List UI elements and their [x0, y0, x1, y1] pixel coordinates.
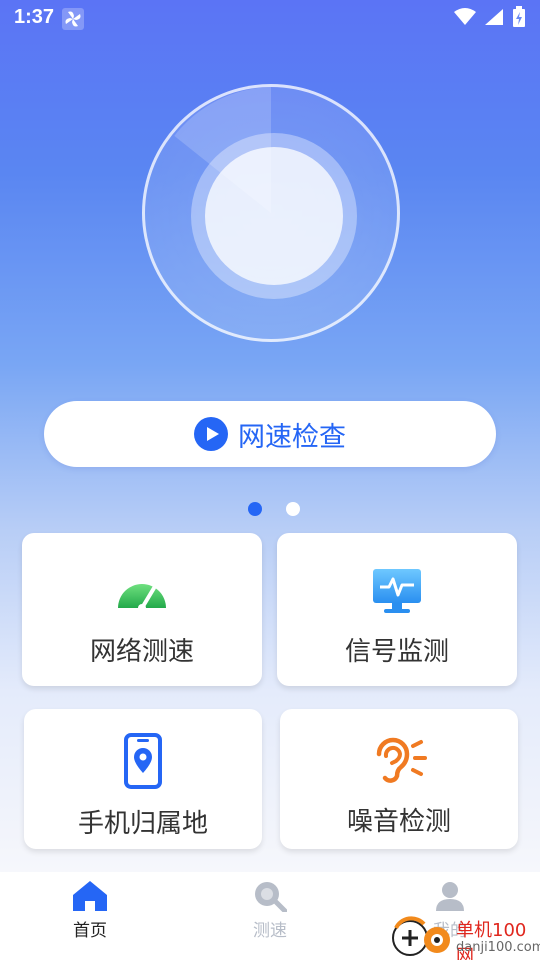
card-signal-monitor[interactable]: 信号监测	[277, 533, 517, 686]
tab-home[interactable]: 首页	[45, 880, 135, 941]
radar-graphic	[142, 84, 400, 342]
phone-location-icon	[124, 733, 162, 789]
watermark-url: danji100.com	[456, 940, 540, 955]
carousel-dot-active[interactable]	[248, 502, 262, 516]
card-phone-location[interactable]: 手机归属地	[24, 709, 262, 849]
watermark-logo: 单机100网 danji100.com	[390, 914, 540, 960]
card-network-speed[interactable]: 网络测速	[22, 533, 262, 686]
card-label: 网络测速	[89, 637, 194, 667]
card-label: 噪音检测	[346, 807, 451, 837]
home-icon	[73, 881, 107, 911]
play-icon	[194, 417, 228, 451]
cell-signal-icon	[485, 9, 503, 25]
wifi-icon	[454, 8, 476, 25]
speedometer-icon	[116, 565, 168, 617]
card-label: 信号监测	[344, 637, 449, 667]
radar-inner-circle	[205, 147, 343, 285]
battery-icon	[513, 6, 525, 27]
status-bar: 1:37	[0, 0, 540, 36]
status-time: 1:37	[14, 6, 55, 28]
speed-check-button[interactable]: 网速检查	[44, 401, 496, 467]
watermark-emblem-icon	[392, 916, 450, 956]
card-label: 手机归属地	[77, 809, 208, 839]
tab-speed-test[interactable]: 测速	[225, 880, 315, 941]
status-icons	[454, 6, 526, 28]
carousel-indicator	[248, 502, 300, 516]
tab-label: 首页	[73, 921, 107, 941]
ear-icon	[371, 735, 427, 787]
tab-label: 测速	[253, 921, 287, 941]
card-noise-detection[interactable]: 噪音检测	[280, 709, 518, 849]
monitor-signal-icon	[372, 565, 422, 617]
speed-check-label: 网速检查	[238, 421, 346, 453]
user-icon	[436, 882, 464, 911]
search-icon	[255, 882, 287, 912]
carousel-dot[interactable]	[286, 502, 300, 516]
fan-notification-icon	[62, 8, 84, 30]
